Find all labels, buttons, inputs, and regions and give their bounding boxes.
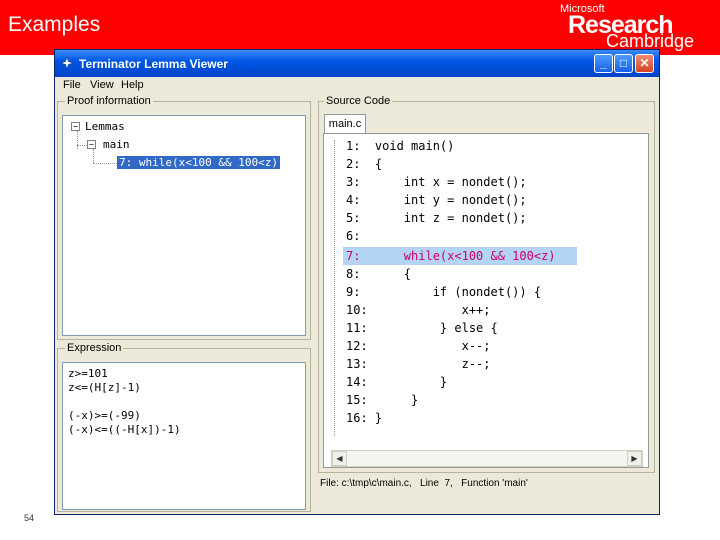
tree-connector xyxy=(77,131,78,149)
code-line: 12: x--; xyxy=(346,339,491,353)
scroll-right-icon[interactable]: ▶ xyxy=(627,451,642,466)
window-titlebar[interactable]: Terminator Lemma Viewer _ □ ✕ xyxy=(55,50,659,77)
expression-label: Expression xyxy=(65,342,124,354)
code-line: 4: int y = nondet(); xyxy=(346,193,527,207)
tree-connector xyxy=(77,145,87,146)
proof-info-label: Proof information xyxy=(65,95,153,107)
slide-title: Examples xyxy=(8,13,101,36)
horizontal-scrollbar[interactable]: ◀ ▶ xyxy=(331,450,643,467)
menu-help[interactable]: Help xyxy=(121,79,144,91)
window-title: Terminator Lemma Viewer xyxy=(79,57,228,71)
source-code-editor[interactable]: 1: void main() 2: { 3: int x = nondet();… xyxy=(323,133,649,468)
code-line: 14: } xyxy=(346,375,448,389)
expression-line: (-x)<=((-H[x])-1) xyxy=(68,423,181,436)
close-button[interactable]: ✕ xyxy=(635,54,654,73)
tree-connector xyxy=(93,149,94,163)
code-line-highlighted: 7: while(x<100 && 100<z) xyxy=(346,249,556,263)
tree-connector xyxy=(93,163,117,164)
code-line: 5: int z = nondet(); xyxy=(346,211,527,225)
expression-panel: z>=101 z<=(H[z]-1) (-x)>=(-99) (-x)<=((-… xyxy=(62,362,306,510)
expression-line: z<=(H[z]-1) xyxy=(68,381,141,394)
code-line: 11: } else { xyxy=(346,321,498,335)
tree-node-lemmas[interactable]: Lemmas xyxy=(85,120,125,133)
menu-file[interactable]: File xyxy=(63,79,81,91)
tab-main-c[interactable]: main.c xyxy=(324,114,366,134)
code-line: 9: if (nondet()) { xyxy=(346,285,542,299)
menu-view[interactable]: View xyxy=(90,79,114,91)
code-line: 1: void main() xyxy=(346,139,455,153)
proof-tree: − Lemmas − main 7: while(x<100 && 100<z) xyxy=(62,115,306,336)
menu-bar: File View Help xyxy=(55,77,659,94)
app-icon xyxy=(60,56,74,70)
scroll-left-icon[interactable]: ◀ xyxy=(332,451,347,466)
expression-line: (-x)>=(-99) xyxy=(68,409,141,422)
source-code-label: Source Code xyxy=(324,95,393,107)
microsoft-research-logo: Microsoft Research Cambridge xyxy=(560,3,710,51)
code-line: 3: int x = nondet(); xyxy=(346,175,527,189)
code-line: 8: { xyxy=(346,267,412,281)
code-line: 15: } xyxy=(346,393,419,407)
code-gutter-line xyxy=(334,140,335,436)
code-line: 6: xyxy=(346,229,361,243)
collapse-main-toggle[interactable]: − xyxy=(87,140,96,149)
tree-node-main[interactable]: main xyxy=(103,138,130,151)
code-line: 2: { xyxy=(346,157,383,171)
code-line: 16: } xyxy=(346,411,383,425)
minimize-button[interactable]: _ xyxy=(594,54,613,73)
status-bar: File: c:\tmp\c\main.c, Line 7, Function … xyxy=(320,478,528,489)
tree-node-lemma-selected[interactable]: 7: while(x<100 && 100<z) xyxy=(117,156,280,169)
expression-line: z>=101 xyxy=(68,367,108,380)
collapse-lemmas-toggle[interactable]: − xyxy=(71,122,80,131)
code-line: 13: z--; xyxy=(346,357,491,371)
slide-number: 54 xyxy=(24,513,35,523)
code-line: 10: x++; xyxy=(346,303,491,317)
maximize-button[interactable]: □ xyxy=(614,54,633,73)
